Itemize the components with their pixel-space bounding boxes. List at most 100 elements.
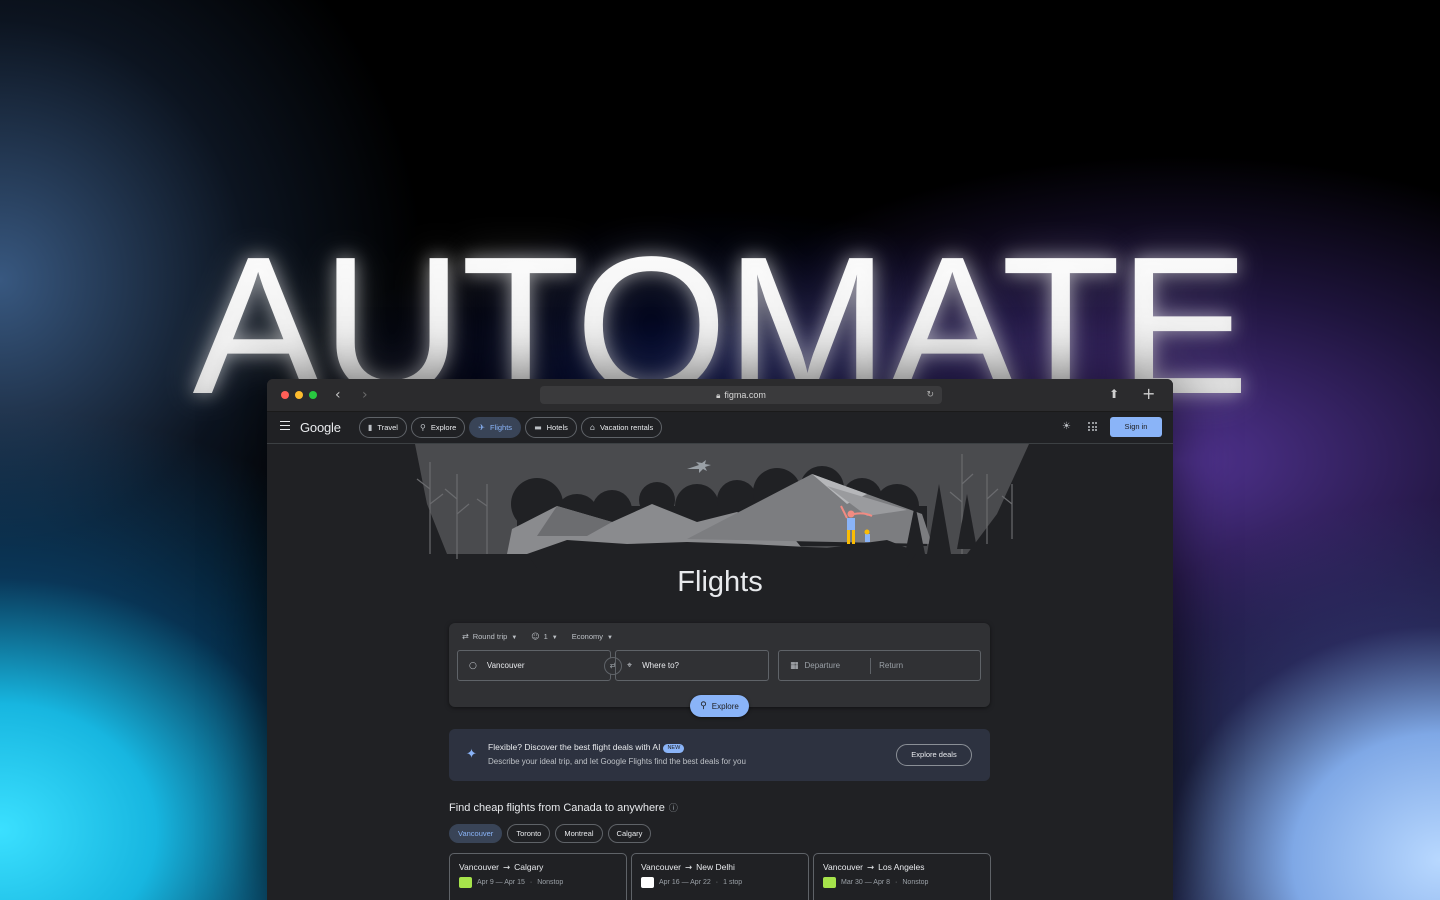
flight-dates: Mar 30 — Apr 8 (841, 879, 891, 886)
route: Vancouver → New Delhi (641, 862, 799, 873)
route-from: Vancouver (823, 862, 864, 872)
route-to: Calgary (514, 862, 544, 872)
cabin-value: Economy (571, 632, 603, 641)
flight-card[interactable]: Vancouver → Calgary Apr 9 — Apr 15 · Nonstop (449, 853, 627, 900)
apps-grid-icon[interactable] (1088, 422, 1097, 431)
new-badge: NEW (663, 743, 685, 753)
page-title: Flights (677, 566, 763, 598)
browser-toolbar: ‹ › 🔒︎ figma.com ↻ ⬆︎ + (267, 379, 1173, 412)
city-chip-calgary[interactable]: Calgary (607, 824, 652, 843)
tab-hotels[interactable]: ▬ Hotels (525, 417, 577, 438)
sparkle-icon: ✦ (466, 747, 477, 762)
flight-dates: Apr 9 — Apr 15 (477, 879, 525, 886)
back-icon[interactable]: ‹ (335, 387, 341, 403)
cheap-flights-heading: Find cheap flights from Canada to anywhe… (449, 801, 678, 814)
ai-banner-subtitle: Describe your ideal trip, and let Google… (488, 757, 746, 766)
route-to: Los Angeles (878, 862, 925, 872)
flight-card[interactable]: Vancouver → New Delhi Apr 16 — Apr 22 · 1 st… (631, 853, 809, 900)
city-chip-montreal[interactable]: Montreal (555, 824, 603, 843)
airline-logo (823, 877, 836, 888)
swap-arrows-icon: ⇄ (462, 632, 469, 641)
flight-stops: Nonstop (902, 879, 929, 886)
flight-stops: 1 stop (723, 879, 743, 886)
maximize-window-button[interactable] (309, 391, 317, 399)
date-divider (870, 657, 872, 674)
plane-icon: ✈ (478, 423, 485, 432)
tab-vacation-rentals[interactable]: ⌂ Vacation rentals (580, 417, 663, 438)
address-bar[interactable]: 🔒︎ figma.com ↻ (540, 386, 942, 404)
location-pin-icon: ⌖ (627, 660, 633, 671)
calendar-icon: ▦ (790, 660, 799, 671)
flight-cards: Vancouver → Calgary Apr 9 — Apr 15 · Nonstop… (449, 853, 991, 900)
flight-dates: Apr 16 — Apr 22 (659, 879, 711, 886)
tab-label: Vacation rentals (599, 423, 654, 432)
tab-travel[interactable]: ▮ Travel (359, 417, 407, 438)
arrow-right-icon: → (503, 863, 511, 873)
explore-label: Explore (711, 701, 739, 711)
url-text: figma.com (724, 390, 766, 400)
ai-banner-title: Flexible? Discover the best flight deals… (488, 742, 685, 753)
route: Vancouver → Los Angeles (823, 862, 981, 873)
cabin-select[interactable]: Economy ▼ (572, 632, 613, 641)
tab-label: Explore (430, 423, 457, 432)
origin-field[interactable]: ○ Vancouver (457, 650, 611, 681)
passengers-value: 1 (543, 632, 548, 641)
tab-label: Flights (489, 423, 513, 432)
city-chip-toronto[interactable]: Toronto (507, 824, 551, 843)
cheap-flights-heading-text: Find cheap flights from Canada to anywhe… (449, 802, 665, 814)
origin-value: Vancouver (486, 661, 525, 670)
flight-meta: Apr 9 — Apr 15 · Nonstop (459, 877, 617, 888)
trip-type-value: Round trip (472, 632, 508, 641)
route-to: New Delhi (696, 862, 735, 872)
explore-button[interactable]: ⚲ Explore (690, 695, 749, 717)
tab-explore[interactable]: ⚲ Explore (410, 417, 466, 438)
google-header: Google ▮ Travel ⚲ Explore ✈ Flights ▬ Hotels… (267, 412, 1173, 444)
city-chip-vancouver[interactable]: Vancouver (449, 824, 503, 843)
date-field[interactable]: ▦ Departure Return (778, 650, 981, 681)
flight-card[interactable]: Vancouver → Los Angeles Mar 30 — Apr 8 · Non… (813, 853, 991, 900)
ai-banner-title-text: Flexible? Discover the best flight deals… (488, 742, 661, 752)
sign-in-button[interactable]: Sign in (1110, 417, 1162, 437)
departure-placeholder[interactable]: Departure (805, 661, 841, 670)
tab-label: Hotels (546, 423, 568, 432)
explore-icon: ⚲ (419, 423, 426, 432)
new-tab-icon[interactable]: + (1142, 384, 1155, 403)
bed-icon: ▬ (534, 423, 542, 432)
arrow-right-icon: → (685, 863, 693, 873)
caret-down-icon: ▼ (551, 635, 558, 641)
google-logo[interactable]: Google (300, 420, 341, 435)
dot-separator: · (529, 879, 533, 886)
person-icon: ☺ (531, 632, 540, 641)
search-icon: ⚲ (700, 701, 707, 711)
tab-label: Travel (377, 423, 398, 432)
flight-meta: Mar 30 — Apr 8 · Nonstop (823, 877, 981, 888)
destination-placeholder: Where to? (642, 661, 679, 670)
travel-nav: ▮ Travel ⚲ Explore ✈ Flights ▬ Hotels ⌂ Vacat… (359, 417, 663, 438)
trip-type-select[interactable]: ⇄ Round trip ▼ (462, 632, 517, 641)
info-icon[interactable]: ⓘ (669, 804, 678, 814)
share-icon[interactable]: ⬆︎ (1109, 387, 1119, 401)
destination-field[interactable]: ⌖ Where to? (615, 650, 769, 681)
menu-icon[interactable] (280, 421, 290, 432)
arrow-right-icon: → (867, 863, 875, 873)
route-from: Vancouver (459, 862, 500, 872)
reload-icon[interactable]: ↻ (926, 386, 934, 404)
airline-logo (459, 877, 472, 888)
close-window-button[interactable] (281, 391, 289, 399)
city-filter: Vancouver Toronto Montreal Calgary (449, 824, 652, 843)
suitcase-icon: ▮ (368, 423, 373, 432)
lock-icon: 🔒︎ (716, 391, 721, 400)
return-placeholder[interactable]: Return (879, 661, 903, 670)
theme-toggle-icon[interactable]: ☀ (1062, 421, 1071, 432)
caret-down-icon: ▼ (511, 635, 518, 641)
route: Vancouver → Calgary (459, 862, 617, 873)
home-icon: ⌂ (589, 423, 595, 432)
search-options: ⇄ Round trip ▼ ☺ 1 ▼ Economy ▼ (462, 632, 613, 641)
origin-circle-icon: ○ (469, 660, 477, 671)
tab-flights[interactable]: ✈ Flights (469, 417, 522, 438)
forward-icon[interactable]: › (362, 387, 368, 403)
caret-down-icon: ▼ (607, 635, 613, 641)
minimize-window-button[interactable] (295, 391, 303, 399)
explore-deals-button[interactable]: Explore deals (896, 744, 972, 766)
passengers-select[interactable]: ☺ 1 ▼ (531, 632, 557, 641)
